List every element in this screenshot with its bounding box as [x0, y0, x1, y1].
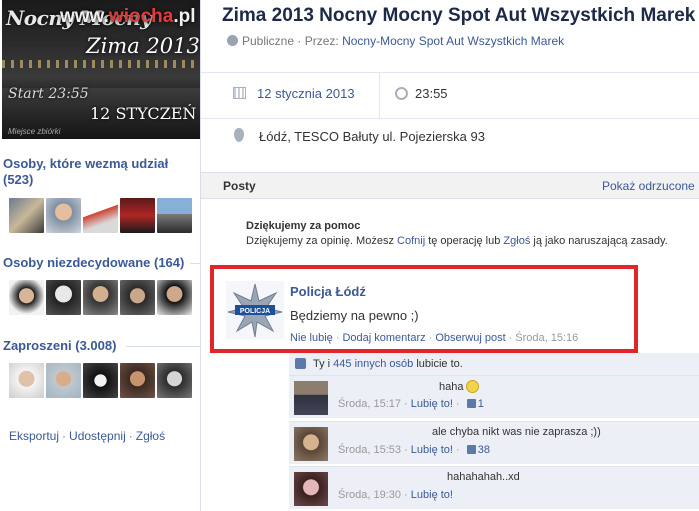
- event-title: Zima 2013 Nocny Mocny Spot Aut Wszystkic…: [222, 5, 696, 26]
- by-label: Przez:: [304, 34, 339, 48]
- comment-time[interactable]: Środa, 19:30: [338, 489, 401, 501]
- notice-title: Dziękujemy za pomoc: [246, 220, 361, 232]
- undecided-title[interactable]: Osoby niezdecydowane (164): [3, 255, 184, 271]
- divider: [201, 72, 699, 73]
- like-thumb-icon: [295, 358, 306, 369]
- cover-date: 12 STYCZEŃ: [90, 104, 197, 123]
- divider: [201, 118, 699, 119]
- invited-avatars: [9, 363, 192, 398]
- clock-icon: [395, 87, 408, 100]
- posts-label: Posty: [223, 179, 256, 193]
- comment-text: haha: [439, 380, 480, 393]
- like-count[interactable]: 1: [478, 398, 484, 410]
- avatar[interactable]: [120, 198, 155, 233]
- notice-text: Dziękujemy za opinię. Możesz Cofnij tę o…: [246, 235, 668, 247]
- highlighted-post: POLICJA Policja Łódź Będziemy na pewno ;…: [210, 265, 638, 353]
- show-hidden-link[interactable]: Pokaż odrzucone: [602, 179, 695, 193]
- event-cover-photo[interactable]: Nocny Mocny www.wiocha.pl Zima 2013 Star…: [2, 0, 200, 139]
- event-location: Łódź, TESCO Bałuty ul. Pojezierska 93: [259, 129, 485, 144]
- unlike-button[interactable]: Nie lubię: [290, 332, 333, 344]
- cover-caption: Miejsce zbiórki: [8, 127, 61, 136]
- separator: ·: [128, 429, 133, 443]
- separator: ·: [62, 429, 67, 443]
- avatar[interactable]: [9, 363, 44, 398]
- avatar[interactable]: [9, 198, 44, 233]
- like-button[interactable]: Lubię to!: [411, 489, 453, 501]
- report-link[interactable]: Zgłoś: [136, 429, 165, 443]
- avatar[interactable]: [46, 280, 81, 315]
- avatar[interactable]: [46, 363, 81, 398]
- attending-title[interactable]: Osoby, które wezmą udział (523): [3, 156, 200, 188]
- watermark: www.wiocha.pl: [60, 6, 196, 27]
- undo-link[interactable]: Cofnij: [397, 235, 425, 247]
- location-pin-icon: [234, 128, 244, 142]
- comment-item: ale chyba nikt was nie zaprasza ;)) Środ…: [289, 421, 699, 464]
- comment-time[interactable]: Środa, 15:53: [338, 444, 401, 456]
- avatar[interactable]: [83, 363, 118, 398]
- event-time: 23:55: [415, 86, 448, 101]
- avatar[interactable]: [46, 198, 81, 233]
- cover-season: Zima 2013: [86, 34, 200, 58]
- comment-item: hahahahah..xd Środa, 19:30 · Lubię to!: [289, 466, 699, 509]
- export-link[interactable]: Eksportuj: [9, 429, 59, 443]
- avatar[interactable]: [157, 363, 192, 398]
- avatar[interactable]: [9, 280, 44, 315]
- comment-time[interactable]: Środa, 15:17: [338, 398, 401, 410]
- event-date-link[interactable]: 12 stycznia 2013: [257, 86, 355, 101]
- likes-bar: Ty i 445 innych osób lubicie to.: [289, 353, 699, 375]
- report-post-link[interactable]: Zgłoś: [503, 235, 530, 247]
- post-text: Będziemy na pewno ;): [290, 308, 419, 323]
- like-button[interactable]: Lubię to!: [411, 444, 453, 456]
- divider: [126, 346, 200, 347]
- divider: [190, 263, 200, 264]
- undecided-avatars: [9, 280, 192, 315]
- comment-meta: Środa, 15:53 · Lubię to! · 38: [338, 444, 491, 456]
- organizer-link[interactable]: Nocny-Mocny Spot Aut Wszystkich Marek: [342, 34, 564, 48]
- likers-link[interactable]: 445 innych osób: [333, 358, 413, 370]
- svg-text:POLICJA: POLICJA: [240, 308, 270, 315]
- event-meta: Publiczne · Przez: Nocny-Mocny Spot Aut …: [227, 34, 564, 48]
- calendar-icon: [233, 87, 246, 99]
- like-button[interactable]: Lubię to!: [411, 398, 453, 410]
- avatar[interactable]: [294, 472, 328, 506]
- comment-item: haha Środa, 15:17 · Lubię to! · 1: [289, 375, 699, 418]
- privacy-label: Publiczne: [242, 34, 295, 48]
- police-badge-icon[interactable]: POLICJA: [226, 281, 284, 339]
- cover-start: Start 23:55: [8, 86, 89, 102]
- invited-title[interactable]: Zaproszeni (3.008): [3, 338, 116, 354]
- left-column: Nocny Mocny www.wiocha.pl Zima 2013 Star…: [0, 0, 200, 511]
- add-comment-button[interactable]: Dodaj komentarz: [342, 332, 425, 344]
- avatar[interactable]: [83, 198, 118, 233]
- like-thumb-icon: [466, 445, 476, 454]
- avatar[interactable]: [120, 363, 155, 398]
- divider: [379, 72, 380, 118]
- follow-post-button[interactable]: Obserwuj post: [435, 332, 505, 344]
- avatar[interactable]: [157, 280, 192, 315]
- avatar[interactable]: [294, 427, 328, 461]
- share-link[interactable]: Udostępnij: [69, 429, 126, 443]
- post-timestamp[interactable]: Środa, 15:16: [515, 332, 578, 344]
- cover-lights: [2, 60, 200, 68]
- globe-icon: [227, 35, 238, 46]
- smiley-icon: [466, 380, 480, 393]
- comment-text: hahahahah..xd: [447, 471, 520, 483]
- main-column: Zima 2013 Nocny Mocny Spot Aut Wszystkic…: [201, 0, 699, 511]
- avatar[interactable]: [294, 381, 328, 415]
- posts-header: Posty Pokaż odrzucone: [201, 172, 699, 199]
- avatar[interactable]: [83, 280, 118, 315]
- comment-meta: Środa, 19:30 · Lubię to!: [338, 489, 453, 501]
- avatar[interactable]: [120, 280, 155, 315]
- post-actions: Nie lubię · Dodaj komentarz · Obserwuj post ·…: [290, 332, 579, 344]
- comment-text: ale chyba nikt was nie zaprasza ;)): [432, 426, 601, 438]
- like-thumb-icon: [466, 399, 476, 408]
- post-author[interactable]: Policja Łódź: [290, 284, 366, 299]
- event-actions: Eksportuj · Udostępnij · Zgłoś: [9, 429, 165, 443]
- attending-avatars: [9, 198, 192, 233]
- avatar[interactable]: [157, 198, 192, 233]
- comment-meta: Środa, 15:17 · Lubię to! · 1: [338, 398, 484, 410]
- likes-text: Ty i 445 innych osób lubicie to.: [313, 358, 463, 370]
- like-count[interactable]: 38: [478, 444, 490, 456]
